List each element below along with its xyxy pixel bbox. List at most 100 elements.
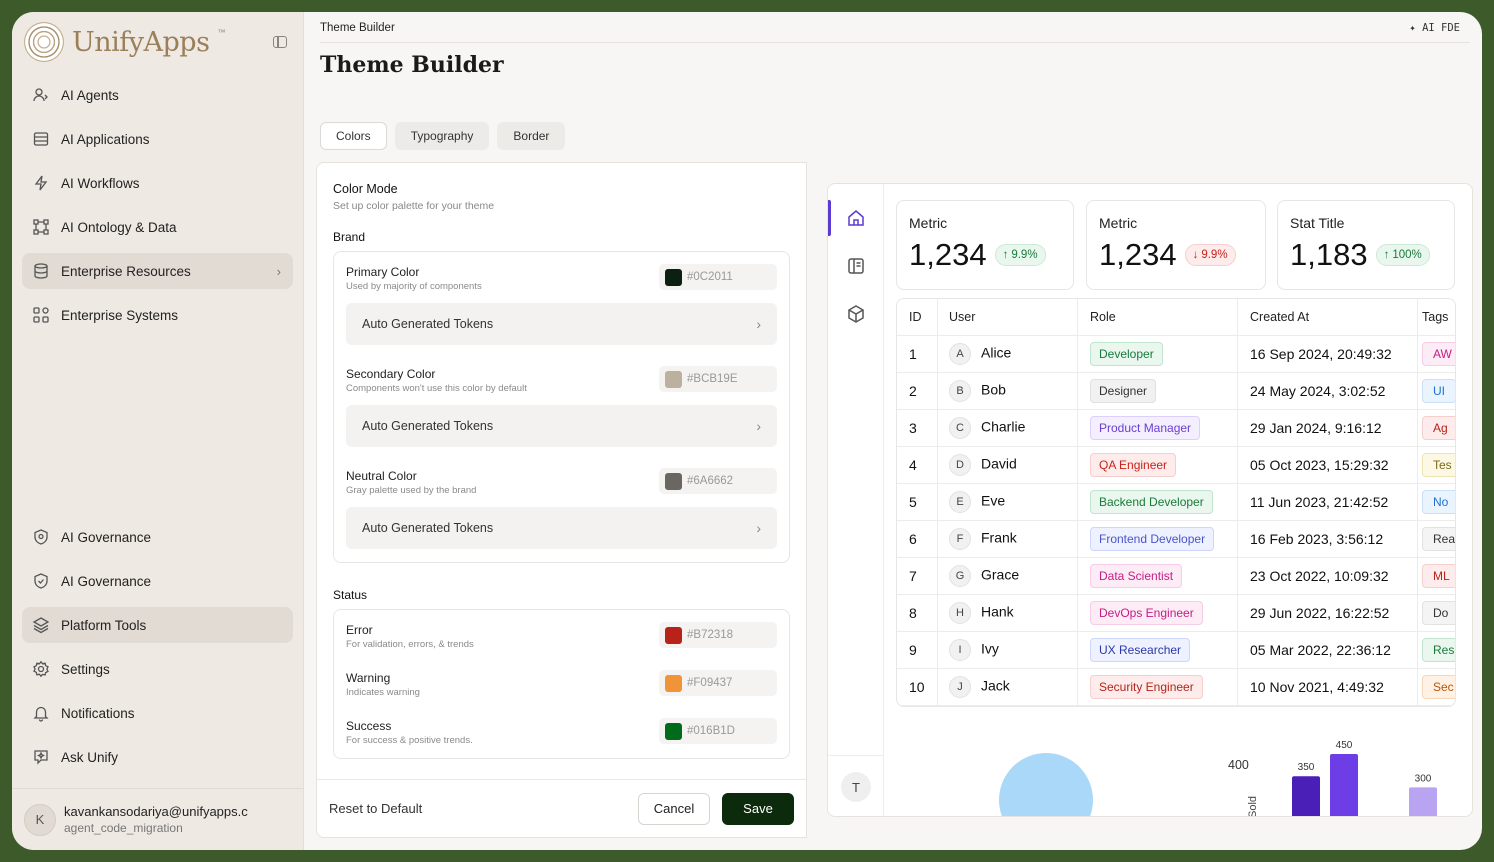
primary-color-swatch[interactable] xyxy=(665,268,682,286)
table-row[interactable]: 6 F Frank Frontend Developer 16 Feb 2023, 3:… xyxy=(897,521,1455,558)
table-row[interactable]: 2 B Bob Designer 24 May 2024, 3:02:52 UI xyxy=(897,373,1455,410)
table-row[interactable]: 3 C Charlie Product Manager 29 Jan 2024, 9:1… xyxy=(897,410,1455,447)
table-row[interactable]: 4 D David QA Engineer 05 Oct 2023, 15:29:32 T… xyxy=(897,447,1455,484)
ai-fde-button[interactable]: ✦ AI FDE xyxy=(1409,22,1460,34)
cell-id: 3 xyxy=(909,420,917,436)
cell-created-at: 11 Jun 2023, 21:42:52 xyxy=(1250,494,1389,510)
cell-tags: UI xyxy=(1422,379,1455,403)
secondary-color-swatch[interactable] xyxy=(665,370,682,388)
header-tags[interactable]: Tags xyxy=(1422,310,1448,324)
reset-to-default-button[interactable]: Reset to Default xyxy=(329,801,422,816)
cell-user: E Eve xyxy=(949,491,1005,513)
sidebar-item-ai-agents[interactable]: AI Agents xyxy=(22,77,293,113)
sidebar-item-ai-governance[interactable]: AI Governance xyxy=(22,519,293,555)
trend-badge: ↑ 100% xyxy=(1375,244,1430,266)
sidebar-item-label: Settings xyxy=(61,661,110,677)
users-table: ID User Role Created At Tags 1 A Alice Deve… xyxy=(896,298,1456,707)
trend-value: 100% xyxy=(1392,249,1422,261)
cell-created-at: 29 Jan 2024, 9:16:12 xyxy=(1250,420,1382,436)
neutral-color-swatch[interactable] xyxy=(665,472,682,490)
cell-role: DevOps Engineer xyxy=(1090,601,1203,625)
cell-role: Backend Developer xyxy=(1090,490,1213,514)
success-color-swatch[interactable] xyxy=(665,722,682,740)
header-id[interactable]: ID xyxy=(909,310,922,324)
collapse-sidebar-icon[interactable] xyxy=(273,36,287,48)
neutral-color-field[interactable]: #6A6662 xyxy=(659,468,777,494)
table-row[interactable]: 5 E Eve Backend Developer 11 Jun 2023, 21:42… xyxy=(897,484,1455,521)
main-content: Theme Builder ✦ AI FDE Theme Builder Col… xyxy=(304,12,1482,850)
sidebar-item-ai-governance-2[interactable]: AI Governance xyxy=(22,563,293,599)
header-role[interactable]: Role xyxy=(1090,310,1116,324)
user-avatar: I xyxy=(949,639,971,661)
user-avatar: G xyxy=(949,565,971,587)
table-row[interactable]: 1 A Alice Developer 16 Sep 2024, 20:49:32 AW xyxy=(897,336,1455,373)
user-avatar: C xyxy=(949,417,971,439)
governance-icon xyxy=(34,529,48,545)
tab-typography[interactable]: Typography xyxy=(394,122,490,150)
metric-card: Metric 1,234 ↓ 9.9% xyxy=(1086,200,1266,290)
tab-colors[interactable]: Colors xyxy=(320,122,387,150)
logo[interactable]: UnifyApps ™ xyxy=(24,22,225,62)
preview-avatar[interactable]: T xyxy=(841,772,871,802)
role-badge: DevOps Engineer xyxy=(1090,601,1203,625)
sidebar-item-settings[interactable]: Settings xyxy=(22,651,293,687)
primary-color-field[interactable]: #0C2011 xyxy=(659,264,777,290)
color-mode-subtitle: Set up color palette for your theme xyxy=(333,200,495,212)
sidebar-item-platform-tools[interactable]: Platform Tools xyxy=(22,607,293,643)
layers-icon xyxy=(32,617,50,634)
table-row[interactable]: 8 H Hank DevOps Engineer 29 Jun 2022, 16:22:… xyxy=(897,595,1455,632)
user-profile[interactable]: K kavankansodariya@unifyapps.c agent_cod… xyxy=(12,788,304,850)
sidebar-item-ai-ontology[interactable]: AI Ontology & Data xyxy=(22,209,293,245)
table-row[interactable]: 9 I Ivy UX Researcher 05 Mar 2022, 22:36:12 R… xyxy=(897,632,1455,669)
header-user[interactable]: User xyxy=(949,310,975,324)
warning-color-swatch[interactable] xyxy=(665,674,682,692)
tab-bar: Colors Typography Border xyxy=(320,122,566,150)
data-label: 450 xyxy=(1336,740,1353,751)
arrow-up-icon: ↑ xyxy=(1383,249,1390,261)
table-row[interactable]: 7 G Grace Data Scientist 23 Oct 2022, 10:09:… xyxy=(897,558,1455,595)
success-color-field[interactable]: #016B1D xyxy=(659,718,777,744)
cancel-button[interactable]: Cancel xyxy=(638,792,710,825)
cell-tags: Tes xyxy=(1422,453,1455,477)
warning-color-field[interactable]: #F09437 xyxy=(659,670,777,696)
ask-icon xyxy=(34,750,48,765)
secondary-color-field[interactable]: #BCB19E xyxy=(659,366,777,392)
metric-card: Metric 1,234 ↑ 9.9% xyxy=(896,200,1074,290)
cell-role: Designer xyxy=(1090,379,1157,403)
error-color-field[interactable]: #B72318 xyxy=(659,622,777,648)
tab-border[interactable]: Border xyxy=(497,122,566,150)
error-color-swatch[interactable] xyxy=(665,626,682,644)
sidebar-item-notifications[interactable]: Notifications xyxy=(22,695,293,731)
sidebar-item-enterprise-systems[interactable]: Enterprise Systems xyxy=(22,297,293,333)
secondary-color-desc: Components won't use this color by defau… xyxy=(346,383,527,394)
preview-sidebar: T xyxy=(828,184,884,816)
sidebar-item-ai-workflows[interactable]: AI Workflows xyxy=(22,165,293,201)
tag-badge: ML xyxy=(1422,564,1455,588)
data-label: 300 xyxy=(1415,773,1432,784)
bell-icon xyxy=(33,706,49,722)
cell-created-at: 23 Oct 2022, 10:09:32 xyxy=(1250,568,1389,584)
cube-icon[interactable] xyxy=(845,303,867,325)
sidebar-item-ask-unify[interactable]: Ask Unify xyxy=(22,739,293,775)
primary-color-desc: Used by majority of components xyxy=(346,281,482,292)
table-header: ID User Role Created At Tags xyxy=(897,299,1455,336)
cell-tags: Do xyxy=(1422,601,1455,625)
save-button[interactable]: Save xyxy=(722,792,794,825)
cell-user: J Jack xyxy=(949,676,1010,698)
breadcrumb[interactable]: Theme Builder xyxy=(320,22,395,34)
header-created-at[interactable]: Created At xyxy=(1250,310,1309,324)
secondary-tokens-row[interactable]: Auto Generated Tokens › xyxy=(346,405,777,447)
book-icon[interactable] xyxy=(845,255,867,277)
primary-tokens-row[interactable]: Auto Generated Tokens › xyxy=(346,303,777,345)
y-tick-label: 400 xyxy=(1228,758,1249,772)
home-icon[interactable] xyxy=(845,207,867,229)
role-badge: Frontend Developer xyxy=(1090,527,1215,551)
logo-text: UnifyApps xyxy=(72,26,210,58)
cell-id: 1 xyxy=(909,346,917,362)
user-avatar: A xyxy=(949,343,971,365)
tag-badge: Do xyxy=(1422,601,1455,625)
neutral-tokens-row[interactable]: Auto Generated Tokens › xyxy=(346,507,777,549)
table-row[interactable]: 10 J Jack Security Engineer 10 Nov 2021, 4:4… xyxy=(897,669,1455,706)
sidebar-item-ai-applications[interactable]: AI Applications xyxy=(22,121,293,157)
sidebar-item-enterprise-resources[interactable]: Enterprise Resources › xyxy=(22,253,293,289)
